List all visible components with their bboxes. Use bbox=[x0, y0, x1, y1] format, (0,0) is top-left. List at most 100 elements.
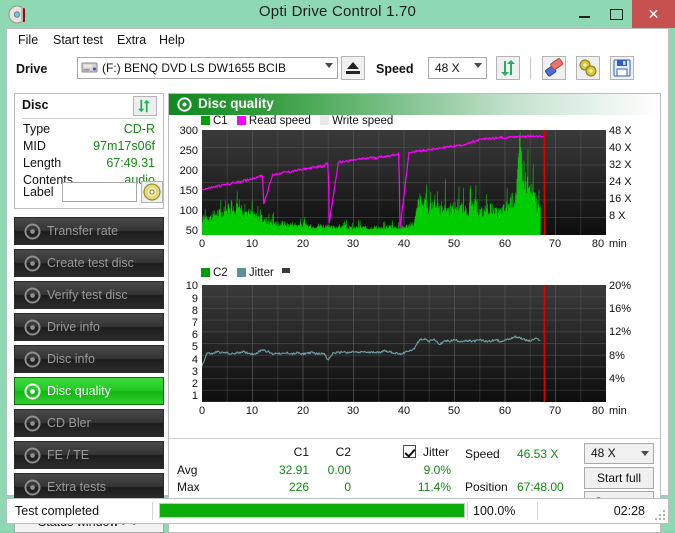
c2-jitter-chart: C2 Jitter 10 9 8 7 6 5 4 3 2 1 20% 16% 1… bbox=[169, 267, 660, 419]
toolbar-separator bbox=[530, 57, 531, 79]
chart1-ytick: 250 bbox=[179, 145, 198, 157]
sidebar-item-label: CD Bler bbox=[47, 416, 91, 430]
chart2-ytick: 1 bbox=[191, 390, 198, 402]
menu-help[interactable]: Help bbox=[154, 32, 190, 48]
disc-row-value: 97m17s06f bbox=[93, 139, 155, 153]
eject-icon bbox=[347, 62, 359, 69]
refresh-button[interactable] bbox=[496, 56, 520, 80]
chevron-down-icon bbox=[641, 451, 649, 456]
stats-avg-c1: 32.91 bbox=[278, 463, 309, 477]
legend-swatch-write-speed bbox=[320, 116, 330, 125]
disc-label-button[interactable] bbox=[141, 181, 163, 203]
chart2-y2tick: 16% bbox=[609, 303, 632, 315]
jitter-checkbox[interactable] bbox=[403, 445, 416, 458]
chart1-xtick: 0 bbox=[198, 238, 206, 250]
sidebar-item-extra-tests[interactable]: Extra tests bbox=[14, 473, 164, 501]
chart2-xtick: 50 bbox=[447, 405, 461, 417]
menu-extra[interactable]: Extra bbox=[112, 32, 151, 48]
disc-quality-panel: Disc quality C1 Read speed Write speed 3… bbox=[168, 93, 661, 533]
app-window: Opti Drive Control 1.70 ✕ File Start tes… bbox=[0, 0, 675, 533]
chart1-ytick: 100 bbox=[179, 205, 198, 217]
sidebar-item-disc-quality[interactable]: Disc quality bbox=[14, 377, 164, 405]
sidebar-item-drive-info[interactable]: Drive info bbox=[14, 313, 164, 341]
settings-button[interactable] bbox=[576, 56, 600, 80]
progress-bar bbox=[159, 503, 465, 518]
chart2-ytick: 9 bbox=[191, 293, 198, 305]
legend-swatch-jitter bbox=[236, 268, 246, 277]
drive-icon bbox=[81, 60, 98, 75]
disc-row-length: Length 67:49.31 bbox=[15, 156, 163, 173]
test-speed-select[interactable]: 48 X bbox=[584, 443, 654, 464]
legend-swatch-c2 bbox=[201, 268, 210, 277]
chart1-xtick: 40 bbox=[397, 238, 411, 250]
sidebar-item-label: Drive info bbox=[47, 320, 100, 334]
disc-row-value: 67:49.31 bbox=[106, 156, 155, 170]
disc-panel: Disc Type CD-R MID 97m17s06f Length 67:4… bbox=[14, 93, 164, 209]
cd-disc-icon bbox=[143, 183, 161, 201]
drive-select[interactable]: (F:) BENQ DVD LS DW1655 BCIB bbox=[77, 57, 338, 79]
disc-refresh-button[interactable] bbox=[133, 96, 157, 116]
speed-label: Speed bbox=[376, 62, 414, 76]
chart1-ytick: 300 bbox=[179, 125, 198, 137]
sidebar-item-transfer-rate[interactable]: Transfer rate bbox=[14, 217, 164, 245]
floppy-save-icon bbox=[613, 59, 631, 77]
chevron-down-icon bbox=[325, 63, 333, 68]
stats-col-c2: C2 bbox=[335, 445, 351, 459]
refresh-arrows-icon bbox=[501, 60, 515, 76]
minimize-button[interactable] bbox=[568, 0, 600, 28]
progress-percent: 100.0% bbox=[473, 504, 516, 518]
disc-row-mid: MID 97m17s06f bbox=[15, 139, 163, 156]
disc-icon bbox=[24, 223, 41, 240]
chart2-xunit: min bbox=[609, 405, 627, 417]
stats-max-jitter: 11.4% bbox=[417, 480, 451, 494]
disc-row-key: Length bbox=[23, 156, 62, 170]
status-text: Test completed bbox=[15, 504, 100, 518]
disc-icon bbox=[24, 351, 41, 368]
save-button[interactable] bbox=[610, 56, 634, 80]
toolbar: Drive (F:) BENQ DVD LS DW1655 BCIB Speed… bbox=[7, 51, 668, 89]
speed-select[interactable]: 48 X bbox=[428, 57, 487, 79]
chart1-y2tick: 40 X bbox=[609, 142, 632, 154]
chart2-y2tick: 12% bbox=[609, 326, 632, 338]
gears-icon bbox=[579, 59, 597, 77]
stats-col-c1: C1 bbox=[293, 445, 309, 459]
eject-button[interactable] bbox=[341, 56, 365, 80]
stats-position-label: Position bbox=[465, 480, 508, 494]
legend-swatch-c1 bbox=[201, 116, 210, 125]
chart1-ytick: 50 bbox=[185, 225, 198, 237]
disc-icon bbox=[24, 479, 41, 496]
c1-read-speed-chart: C1 Read speed Write speed 300 250 200 15… bbox=[169, 115, 660, 265]
panel-header: Disc quality bbox=[169, 94, 660, 115]
start-full-button[interactable]: Start full bbox=[584, 467, 654, 489]
sidebar-item-create-test-disc[interactable]: Create test disc bbox=[14, 249, 164, 277]
chart1-xtick: 80 bbox=[591, 238, 605, 250]
disc-label-input[interactable] bbox=[62, 182, 137, 202]
chart1-xtick: 30 bbox=[346, 238, 360, 250]
sidebar-item-verify-test-disc[interactable]: Verify test disc bbox=[14, 281, 164, 309]
eraser-icon bbox=[545, 58, 564, 77]
sidebar-item-label: Extra tests bbox=[47, 480, 107, 494]
stats-row-label-max: Max bbox=[177, 480, 200, 494]
chart2-y2tick: 8% bbox=[609, 350, 625, 362]
maximize-button[interactable] bbox=[600, 0, 632, 28]
menu-start-test[interactable]: Start test bbox=[48, 32, 108, 48]
close-button[interactable]: ✕ bbox=[632, 0, 675, 28]
stats-position-value: 67:48.00 bbox=[517, 480, 564, 494]
sidebar-item-label: Disc info bbox=[47, 352, 95, 366]
disc-quality-icon bbox=[177, 97, 192, 112]
sidebar-item-fe-te[interactable]: FE / TE bbox=[14, 441, 164, 469]
disc-label-row: Label bbox=[15, 181, 163, 205]
menu-file[interactable]: File bbox=[13, 32, 43, 48]
sidebar-item-disc-info[interactable]: Disc info bbox=[14, 345, 164, 373]
disc-icon bbox=[24, 415, 41, 432]
disc-label-caption: Label bbox=[23, 185, 54, 199]
stats-max-c2: 0 bbox=[344, 480, 351, 494]
legend-label-write-speed: Write speed bbox=[332, 115, 394, 127]
resize-grip[interactable] bbox=[655, 510, 665, 520]
chart2-ytick: 5 bbox=[191, 341, 198, 353]
erase-button[interactable] bbox=[542, 56, 566, 80]
disc-row-key: Type bbox=[23, 122, 51, 136]
legend-swatch-extra bbox=[282, 268, 291, 273]
chart1-xtick: 60 bbox=[498, 238, 512, 250]
sidebar-item-cd-bler[interactable]: CD Bler bbox=[14, 409, 164, 437]
